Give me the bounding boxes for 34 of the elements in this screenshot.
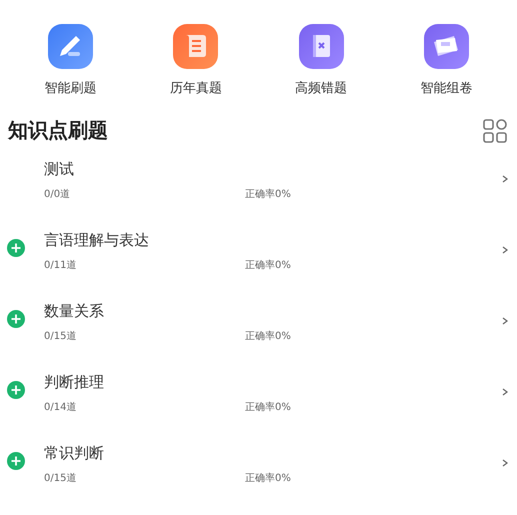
topic-name[interactable]: 常识判断 [44, 444, 501, 463]
book-icon[interactable] [298, 24, 344, 69]
accuracy-rate: 正确率0% [245, 330, 291, 343]
accuracy-rate: 正确率0% [245, 258, 291, 272]
chevron-icon[interactable] [501, 458, 509, 468]
shortcut-label[interactable]: 高频错题 [295, 79, 348, 97]
section-title: 知识点刷题 [8, 117, 108, 144]
plus-icon[interactable] [7, 239, 25, 257]
question-count: 0/15道 [44, 330, 78, 343]
plus-icon[interactable] [7, 381, 25, 399]
question-count: 0/14道 [44, 401, 78, 414]
plus-icon[interactable] [7, 452, 25, 470]
plus-icon[interactable] [7, 310, 25, 328]
accuracy-rate: 正确率0% [245, 472, 291, 485]
topic-name[interactable]: 数量关系 [44, 302, 501, 321]
topic-name[interactable]: 判断推理 [44, 373, 501, 392]
scroll-icon[interactable] [173, 24, 218, 69]
grid-icon[interactable] [483, 118, 507, 142]
topic-name[interactable]: 言语理解与表达 [44, 231, 501, 250]
shortcut-label[interactable]: 历年真题 [170, 79, 222, 97]
shortcut-label[interactable]: 智能刷题 [44, 79, 97, 97]
shortcut-label[interactable]: 智能组卷 [420, 79, 472, 97]
topic-name[interactable]: 测试 [44, 160, 501, 179]
chevron-icon[interactable] [501, 174, 509, 184]
chevron-icon[interactable] [501, 245, 509, 255]
chevron-icon[interactable] [501, 316, 509, 326]
accuracy-rate: 正确率0% [245, 400, 291, 414]
chevron-icon[interactable] [501, 387, 509, 397]
question-count: 0/11道 [44, 259, 78, 272]
question-count: 0/15道 [44, 472, 78, 485]
papers-icon[interactable] [424, 24, 469, 69]
accuracy-rate: 正确率0% [245, 188, 291, 201]
question-count: 0/0道 [44, 188, 72, 201]
pencil-icon[interactable] [48, 24, 94, 69]
